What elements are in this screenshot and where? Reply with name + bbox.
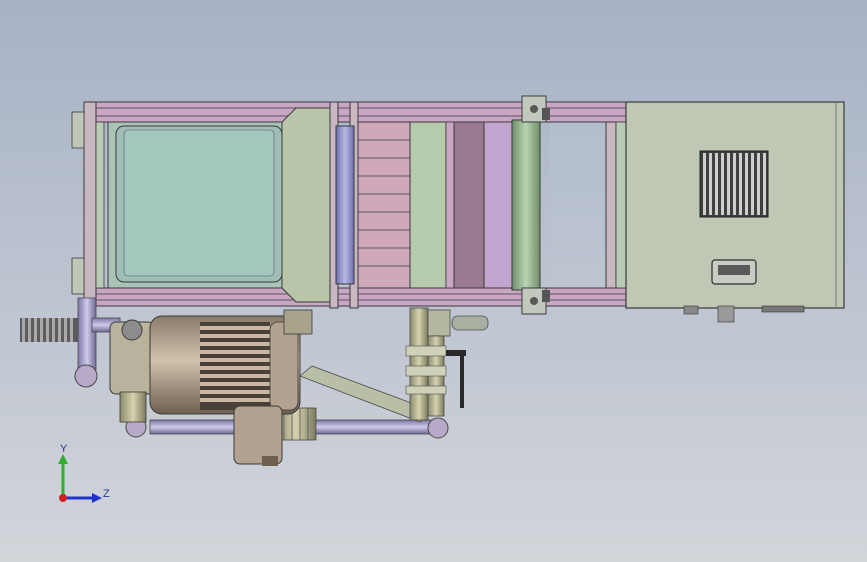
roller-2 xyxy=(511,119,541,291)
axis-triad: Y Z xyxy=(58,443,110,503)
open-frame-section xyxy=(550,121,627,289)
control-cabinet xyxy=(625,101,845,323)
triad-y-label: Y xyxy=(60,443,68,455)
tank xyxy=(107,107,331,303)
motor-fins xyxy=(200,322,270,410)
cad-viewport[interactable]: Y Z xyxy=(0,0,867,562)
frame-left-post xyxy=(83,101,97,307)
corrugated-hose xyxy=(20,318,84,342)
roller-1 xyxy=(335,125,355,285)
conveyor-slats xyxy=(357,121,513,289)
triad-z-label: Z xyxy=(103,488,110,500)
valve-assembly xyxy=(405,307,489,421)
pump-motor xyxy=(109,309,313,466)
vent-grille xyxy=(699,150,769,218)
